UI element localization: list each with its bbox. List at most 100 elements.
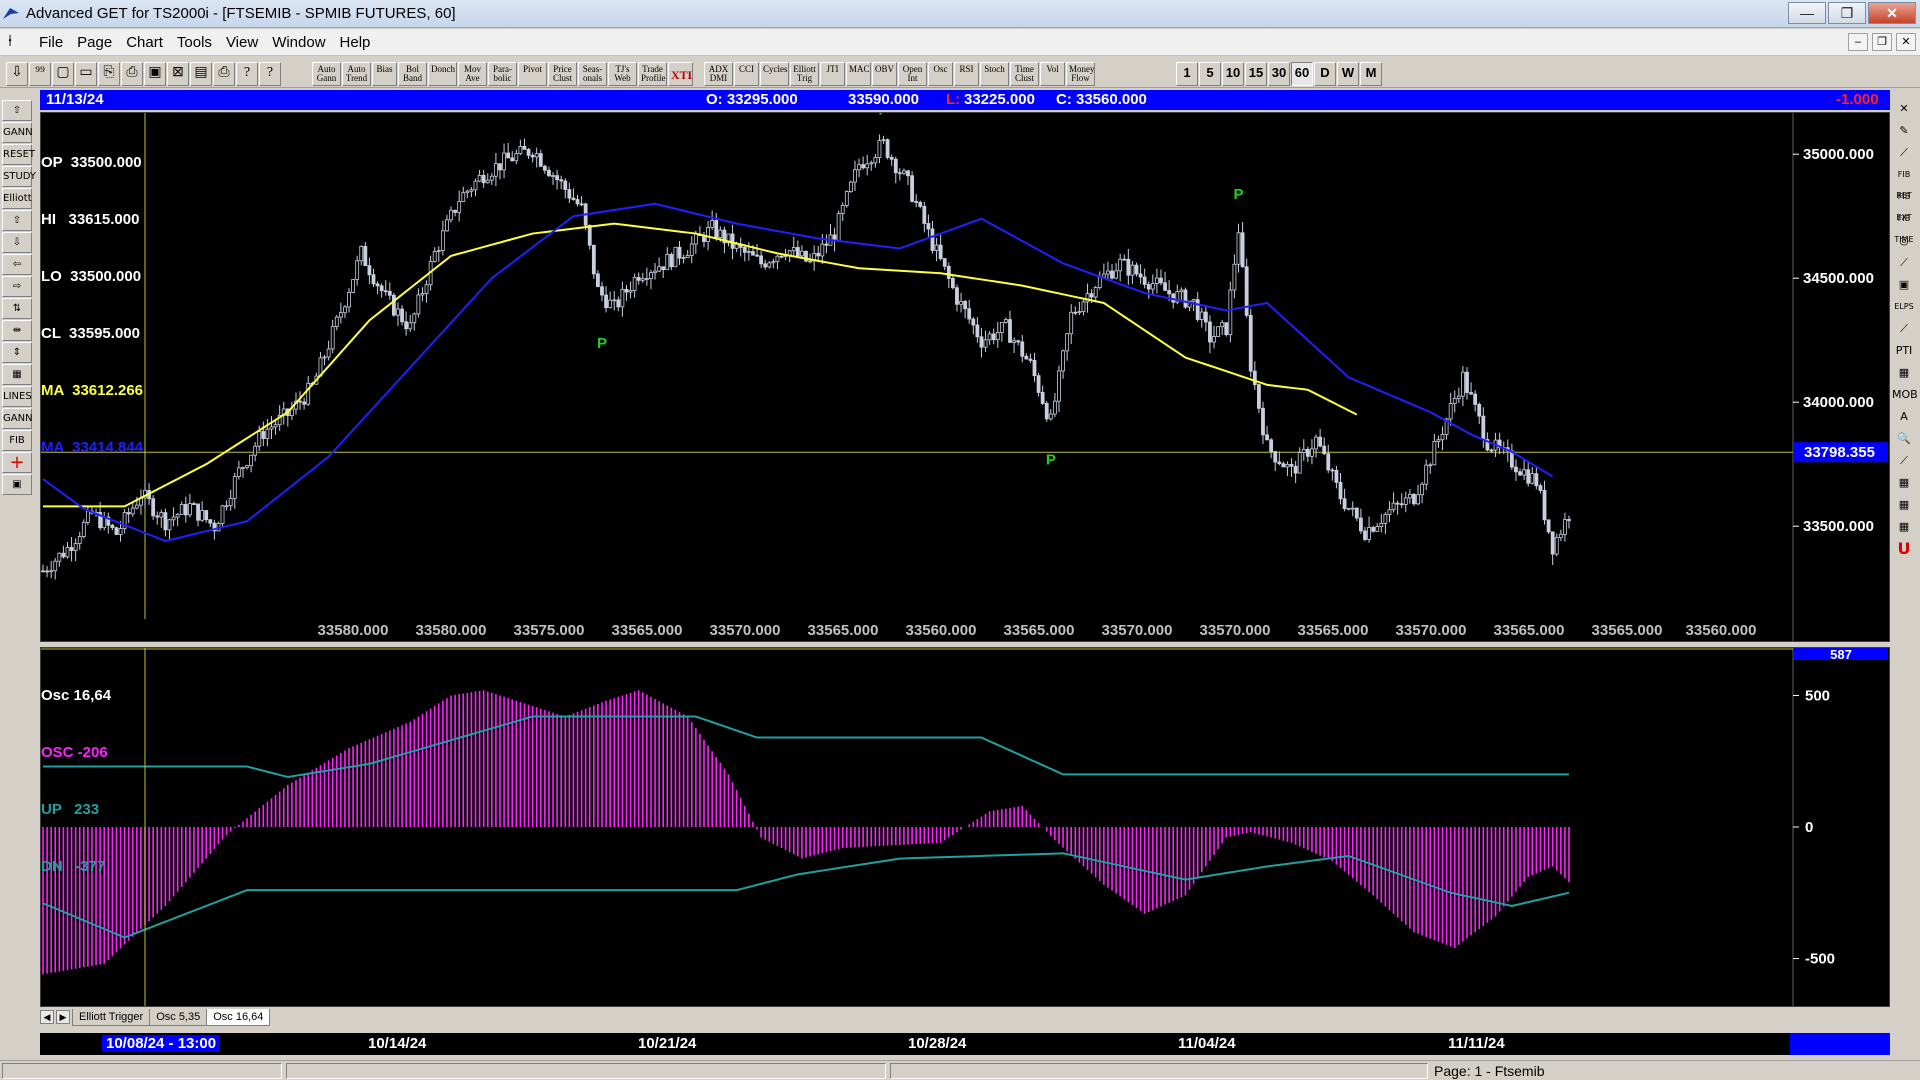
- toolbar-file-icon[interactable]: ⁹⁹: [29, 62, 51, 86]
- right-tool-button[interactable]: ▦: [1892, 472, 1916, 493]
- study-button-open-int[interactable]: Open Int: [898, 62, 927, 86]
- timeframe-button-10[interactable]: 10: [1222, 62, 1244, 86]
- menu-tools[interactable]: Tools: [170, 34, 219, 51]
- menu-help[interactable]: Help: [333, 34, 378, 51]
- study-button-macd[interactable]: MACD: [846, 62, 871, 86]
- toolbar-file-icon[interactable]: ▢: [52, 62, 74, 86]
- study-button-cycles[interactable]: Cycles: [760, 62, 789, 86]
- oscillator-panel[interactable]: 587 500 0 -500 Osc 16,64 OSC -206 UP 233 DN…: [40, 647, 1890, 1007]
- toolbar-file-icon[interactable]: ⎙: [121, 62, 143, 86]
- toolbar-file-icon[interactable]: ⊠: [167, 62, 189, 86]
- timeframe-button-1[interactable]: 1: [1176, 62, 1198, 86]
- right-tool-button[interactable]: ▣: [1892, 274, 1916, 295]
- right-tool-button[interactable]: A: [1892, 406, 1916, 427]
- right-tool-button[interactable]: 🔍: [1892, 428, 1916, 449]
- right-tool-button[interactable]: ✎: [1892, 120, 1916, 141]
- study-button-stoch[interactable]: Stoch: [980, 62, 1009, 86]
- maximize-button[interactable]: ❐: [1828, 2, 1866, 24]
- study-button-price-clust[interactable]: Price Clust: [548, 62, 577, 86]
- menu-page[interactable]: Page: [70, 34, 119, 51]
- left-tool-button[interactable]: ▣: [2, 474, 32, 495]
- left-tool-button[interactable]: ▦: [2, 364, 32, 385]
- left-tool-button[interactable]: LINES: [2, 386, 32, 407]
- tab-osc-16-64[interactable]: Osc 16,64: [206, 1008, 271, 1026]
- left-tool-button[interactable]: ⇅: [2, 298, 32, 319]
- right-tool-button[interactable]: FIB RET: [1892, 164, 1916, 200]
- study-button-obv[interactable]: OBV: [872, 62, 897, 86]
- study-button-adx-dmi[interactable]: ADX DMI: [704, 62, 733, 86]
- right-tool-button[interactable]: U: [1892, 538, 1916, 559]
- toolbar-file-icon[interactable]: ?: [259, 62, 281, 86]
- left-tool-button[interactable]: ⇹: [2, 320, 32, 341]
- oscillator-chart[interactable]: 587 500 0 -500: [41, 648, 1889, 1006]
- timeframe-button-60[interactable]: 60: [1291, 62, 1313, 86]
- left-tool-button[interactable]: ⇨: [2, 276, 32, 297]
- study-button-elliott-trig[interactable]: Elliott Trig: [790, 62, 819, 86]
- menu-file[interactable]: File: [32, 34, 70, 51]
- timeframe-button-m[interactable]: M: [1360, 62, 1382, 86]
- left-tool-button[interactable]: ⇧: [2, 210, 32, 231]
- study-button-para-bolic[interactable]: Para- bolic: [488, 62, 517, 86]
- left-tool-button[interactable]: ⇦: [2, 254, 32, 275]
- study-button-tj-s-web[interactable]: TJ's Web: [608, 62, 637, 86]
- study-button-mov-ave[interactable]: Mov Ave: [458, 62, 487, 86]
- toolbar-file-icon[interactable]: ⎙: [213, 62, 235, 86]
- mdi-restore-button[interactable]: ❐: [1872, 33, 1892, 51]
- right-tool-button[interactable]: MOB: [1892, 384, 1918, 405]
- timeframe-button-d[interactable]: D: [1314, 62, 1336, 86]
- study-button-auto-trend[interactable]: Auto Trend: [342, 62, 371, 86]
- toolbar-file-icon[interactable]: ▣: [144, 62, 166, 86]
- mdi-close-button[interactable]: ✕: [1896, 33, 1916, 51]
- study-button-auto-gann[interactable]: Auto Gann: [312, 62, 341, 86]
- left-tool-button[interactable]: Elliott: [2, 188, 32, 209]
- study-button-trade-profile[interactable]: Trade Profile: [638, 62, 667, 86]
- right-tool-button[interactable]: ▦: [1892, 516, 1916, 537]
- tab-elliott-trigger[interactable]: Elliott Trigger: [72, 1008, 151, 1026]
- price-chart[interactable]: 35000.000 34500.000 34000.000 33500.000 3379…: [41, 113, 1889, 641]
- study-button-seas-onals[interactable]: Seas- onals: [578, 62, 607, 86]
- timeframe-button-15[interactable]: 15: [1245, 62, 1267, 86]
- left-tool-button[interactable]: ⇩: [2, 232, 32, 253]
- right-tool-button[interactable]: ⟋: [1892, 318, 1916, 339]
- left-tool-button[interactable]: FIB: [2, 430, 32, 451]
- tab-osc-5-35[interactable]: Osc 5,35: [149, 1008, 208, 1026]
- tab-next-icon[interactable]: ▶: [56, 1010, 70, 1024]
- study-button-vol[interactable]: Vol: [1040, 62, 1065, 86]
- study-button-time-clust[interactable]: Time Clust: [1010, 62, 1039, 86]
- right-tool-button[interactable]: ⟋: [1892, 252, 1916, 273]
- menu-view[interactable]: View: [219, 34, 265, 51]
- toolbar-file-icon[interactable]: ?: [236, 62, 258, 86]
- left-tool-button[interactable]: +: [2, 452, 32, 473]
- right-tool-button[interactable]: ELPS: [1892, 296, 1916, 317]
- study-button-cci[interactable]: CCI: [734, 62, 759, 86]
- left-tool-button[interactable]: GANN: [2, 122, 33, 143]
- right-tool-button[interactable]: ▦: [1892, 494, 1916, 515]
- tab-prev-icon[interactable]: ◀: [40, 1010, 54, 1024]
- study-button-osc[interactable]: Osc: [928, 62, 953, 86]
- right-tool-button[interactable]: PTI: [1892, 340, 1916, 361]
- toolbar-file-icon[interactable]: ▭: [75, 62, 97, 86]
- minimize-button[interactable]: —: [1788, 2, 1826, 24]
- study-button-bol-band[interactable]: Bol Band: [398, 62, 427, 86]
- left-tool-button[interactable]: ⇧: [2, 100, 32, 121]
- price-chart-panel[interactable]: 35000.000 34500.000 34000.000 33500.000 3379…: [40, 112, 1890, 642]
- close-button[interactable]: ✕: [1868, 2, 1916, 24]
- right-tool-button[interactable]: ▦: [1892, 362, 1916, 383]
- study-button-money-flow[interactable]: Money Flow: [1066, 62, 1095, 86]
- left-tool-button[interactable]: GANN: [2, 408, 33, 429]
- timeframe-button-30[interactable]: 30: [1268, 62, 1290, 86]
- toolbar-file-icon[interactable]: ⎘: [98, 62, 120, 86]
- study-button-jti[interactable]: JTI: [820, 62, 845, 86]
- right-tool-button[interactable]: ⟋: [1892, 450, 1916, 471]
- toolbar-file-icon[interactable]: ⇩: [6, 62, 28, 86]
- left-tool-button[interactable]: ⇕: [2, 342, 32, 363]
- study-button-xtl[interactable]: XTL: [668, 62, 693, 86]
- study-button-bias[interactable]: Bias: [372, 62, 397, 86]
- study-button-donch[interactable]: Donch: [428, 62, 457, 86]
- document-icon[interactable]: ⍿: [8, 33, 12, 51]
- study-button-rsi[interactable]: RSI: [954, 62, 979, 86]
- menu-window[interactable]: Window: [265, 34, 332, 51]
- menu-chart[interactable]: Chart: [119, 34, 170, 51]
- right-tool-button[interactable]: ⟋: [1892, 142, 1916, 163]
- timeframe-button-5[interactable]: 5: [1199, 62, 1221, 86]
